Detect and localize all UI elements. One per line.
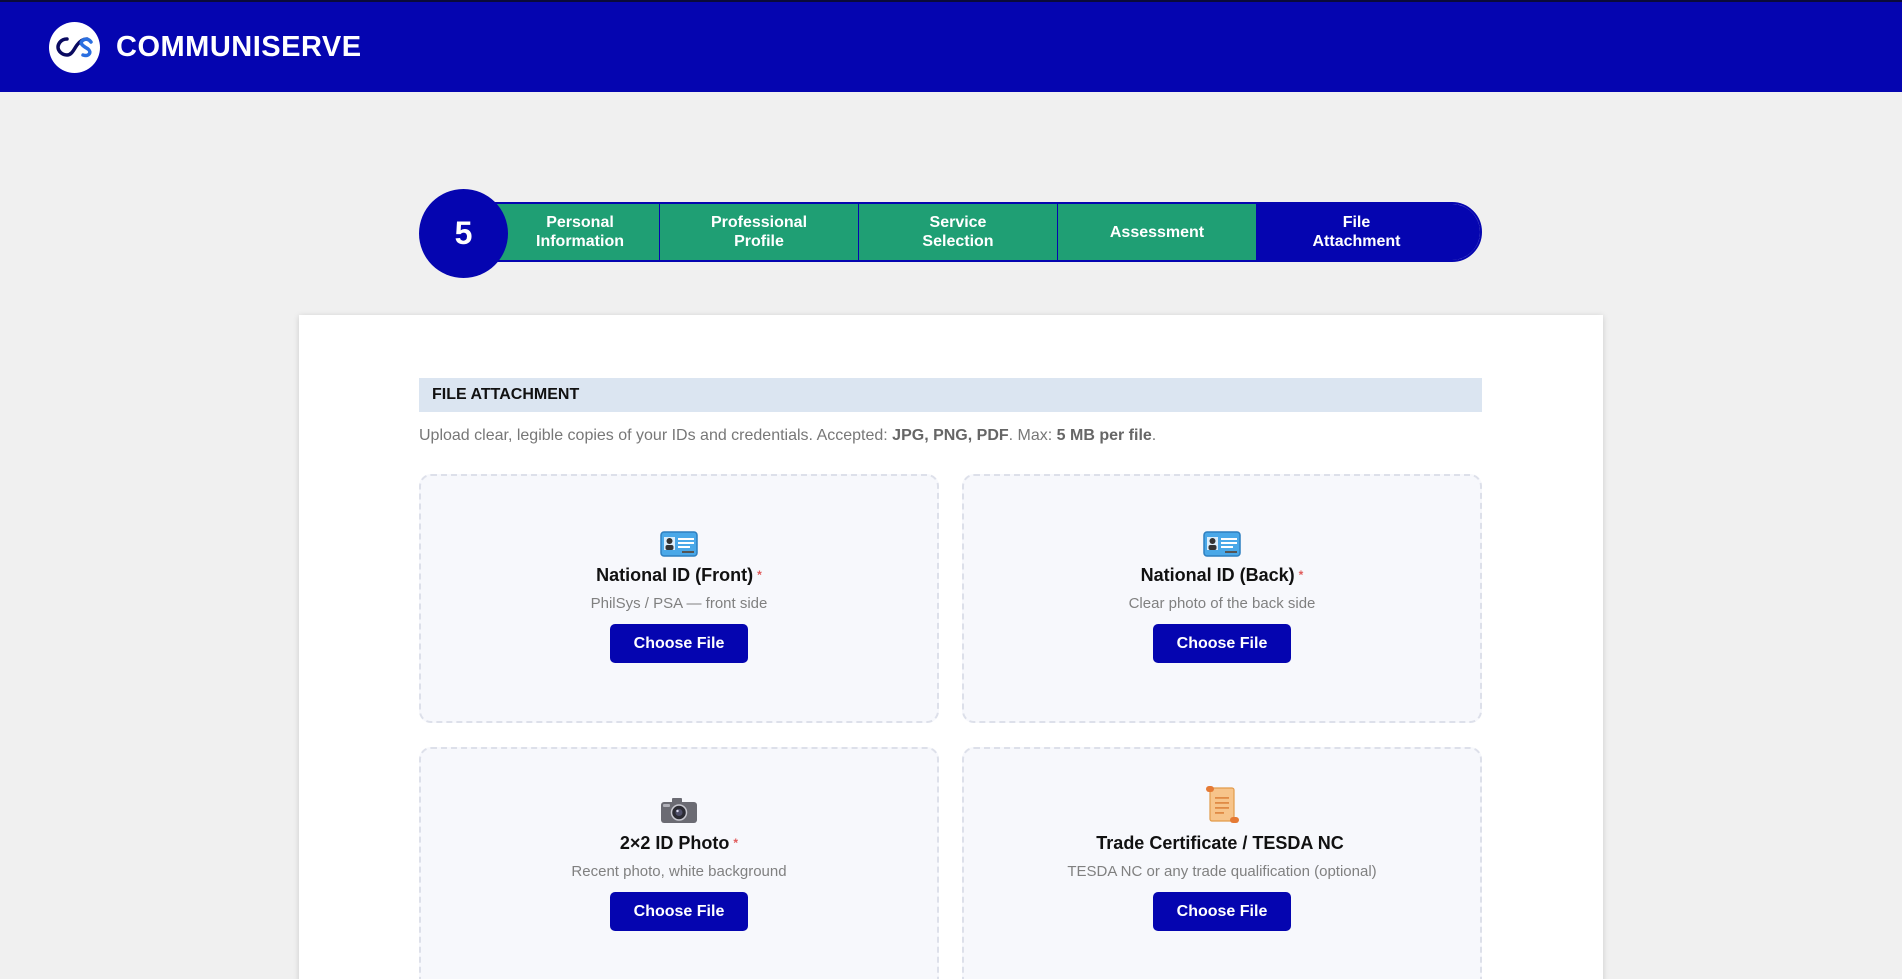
step-track: Personal Information Professional Profile … (479, 202, 1482, 262)
upload-national-id-front: National ID (Front) * PhilSys / PSA — fro… (419, 474, 939, 723)
upload-trade-certificate: Trade Certificate / TESDA NC TESDA NC or… (962, 747, 1482, 979)
upload-national-id-back: National ID (Back) * Clear photo of the b… (962, 474, 1482, 723)
upload-title: National ID (Front) (596, 565, 754, 585)
required-marker: * (757, 568, 762, 582)
progress-stepper: 5 Personal Information Professional Profil… (419, 189, 1482, 278)
scroll-icon (1206, 786, 1239, 823)
upload-title: Trade Certificate / TESDA NC (1096, 833, 1344, 853)
current-step-number: 5 (419, 189, 508, 278)
section-title: FILE ATTACHMENT (419, 378, 1482, 412)
upload-subtitle: PhilSys / PSA — front side (590, 595, 768, 612)
upload-id-photo: 2×2 ID Photo * Recent photo, white backgr… (419, 747, 939, 979)
required-marker: * (733, 836, 739, 850)
choose-file-national-id-front-button[interactable]: Choose File (610, 624, 748, 663)
upload-subtitle: TESDA NC or any trade qualification (opt… (1067, 863, 1377, 880)
upload-title: 2×2 ID Photo (619, 833, 730, 853)
file-attachment-card: FILE ATTACHMENT Upload clear, legible co… (299, 315, 1603, 979)
step-service-selection[interactable]: Service Selection (859, 204, 1058, 260)
communiserve-logo-icon[interactable] (49, 21, 100, 73)
upload-subtitle: Clear photo of the back side (1128, 595, 1316, 612)
upload-subtitle: Recent photo, white background (571, 863, 787, 880)
top-bar: COMMUNISERVE (0, 0, 1902, 92)
camera-icon (661, 798, 697, 823)
id-card-icon (1203, 531, 1241, 557)
id-card-icon (660, 531, 698, 557)
upload-title: National ID (Back) (1140, 565, 1295, 585)
choose-file-id-photo-button[interactable]: Choose File (610, 892, 748, 931)
step-assessment[interactable]: Assessment (1058, 204, 1257, 260)
step-professional-profile[interactable]: Professional Profile (660, 204, 859, 260)
brand-name[interactable]: COMMUNISERVE (116, 31, 362, 64)
choose-file-national-id-back-button[interactable]: Choose File (1153, 624, 1291, 663)
choose-file-trade-certificate-button[interactable]: Choose File (1153, 892, 1291, 931)
step-file-attachment[interactable]: File Attachment (1257, 204, 1480, 260)
upload-instructions: Upload clear, legible copies of your IDs… (419, 427, 1157, 444)
required-marker: * (1298, 568, 1304, 582)
